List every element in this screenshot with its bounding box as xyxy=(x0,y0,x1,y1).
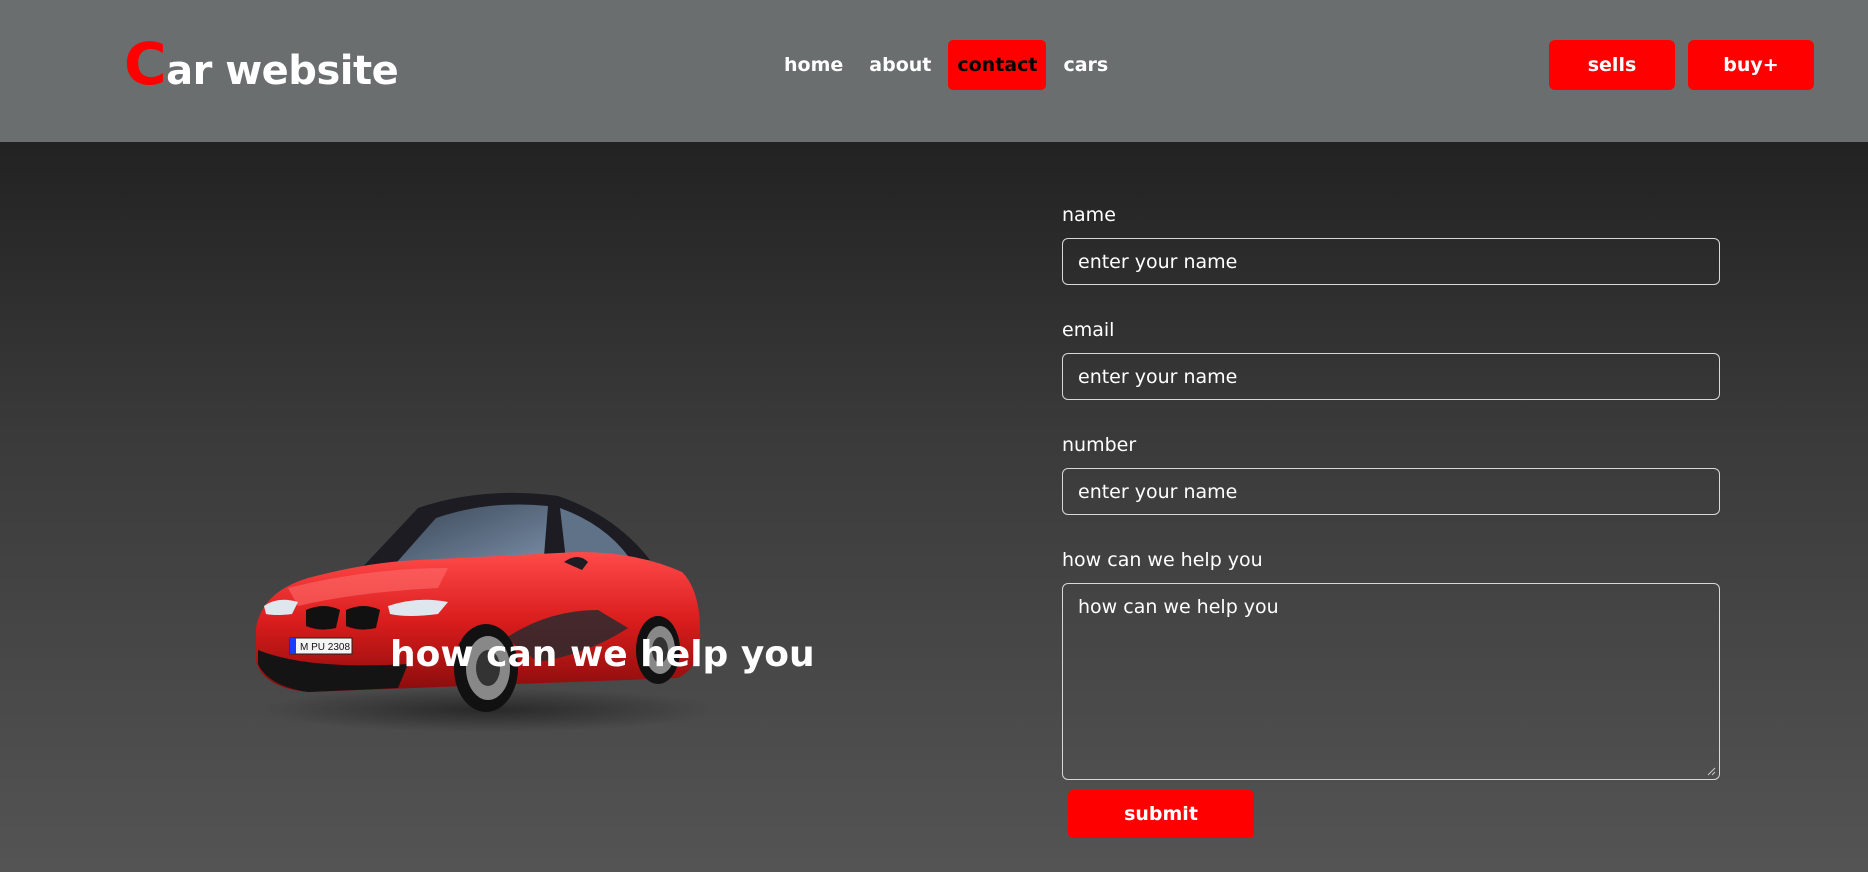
name-field[interactable]: enter your name xyxy=(1062,238,1720,285)
nav-contact[interactable]: contact xyxy=(948,40,1047,90)
number-field-text: enter your name xyxy=(1078,480,1238,503)
buy-button[interactable]: buy+ xyxy=(1688,40,1814,90)
site-header: Car website home about contact cars sell… xyxy=(0,0,1868,142)
nav-home[interactable]: home xyxy=(775,40,852,90)
help-textarea[interactable]: how can we help you xyxy=(1062,583,1720,780)
submit-button[interactable]: submit xyxy=(1068,790,1254,838)
number-field[interactable]: enter your name xyxy=(1062,468,1720,515)
help-heading: how can we help you xyxy=(390,634,815,675)
nav-about[interactable]: about xyxy=(860,40,940,90)
main-nav: home about contact cars xyxy=(775,40,1117,90)
contact-section: M PU 2308 how can we help you name enter… xyxy=(0,142,1868,872)
car-image: M PU 2308 xyxy=(248,392,718,742)
sells-button[interactable]: sells xyxy=(1549,40,1675,90)
name-field-text: enter your name xyxy=(1078,250,1238,273)
resize-handle-icon[interactable] xyxy=(1706,766,1716,776)
name-label: name xyxy=(1062,204,1116,226)
help-textarea-text: how can we help you xyxy=(1078,596,1279,618)
number-label: number xyxy=(1062,434,1137,456)
contact-form: name enter your name email enter your na… xyxy=(1062,200,1720,780)
help-label: how can we help you xyxy=(1062,549,1263,571)
logo-initial: C xyxy=(124,30,167,98)
logo-text: ar website xyxy=(166,48,399,94)
email-label: email xyxy=(1062,319,1115,341)
nav-cars[interactable]: cars xyxy=(1054,40,1117,90)
email-field-text: enter your name xyxy=(1078,365,1238,388)
email-field[interactable]: enter your name xyxy=(1062,353,1720,400)
license-plate: M PU 2308 xyxy=(300,642,350,653)
site-logo[interactable]: Car website xyxy=(124,30,399,98)
